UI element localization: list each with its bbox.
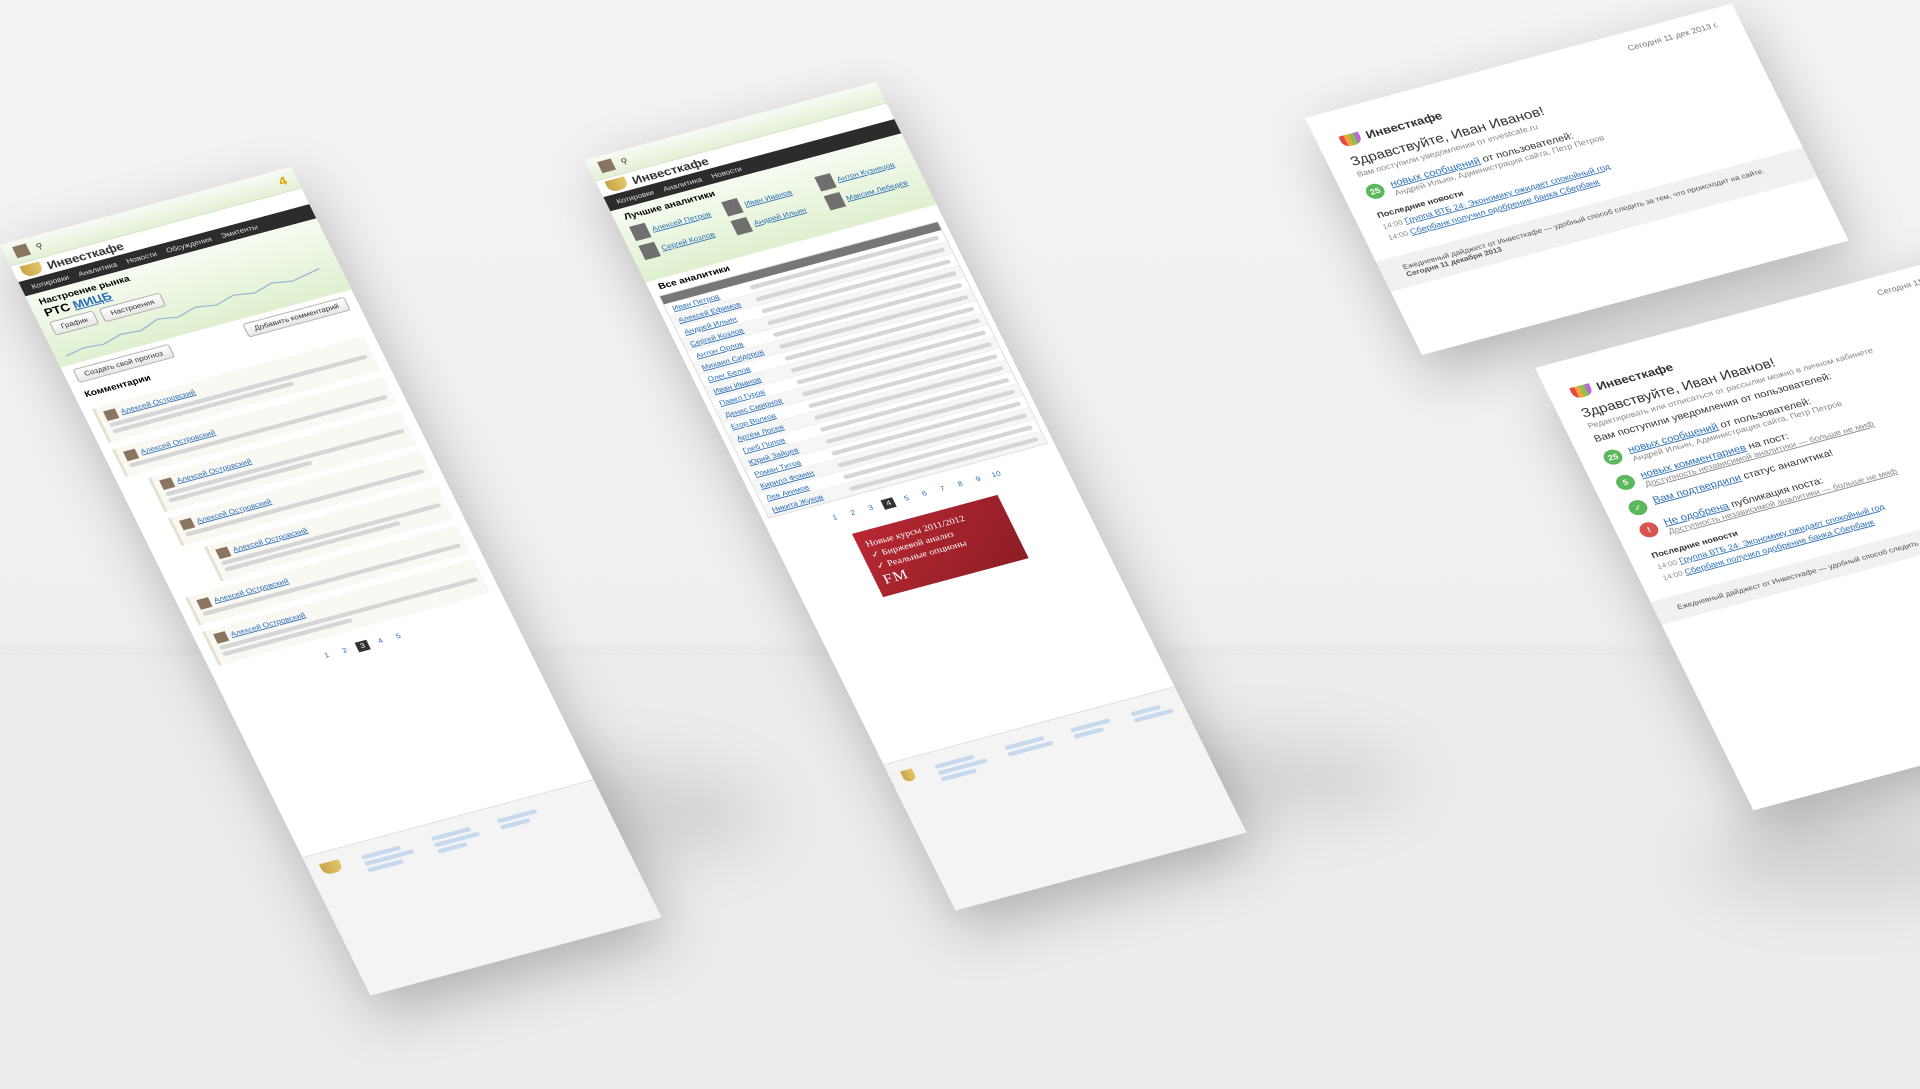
page-link[interactable]: 1	[827, 512, 843, 525]
news-time: 14:00	[1386, 229, 1410, 242]
page-link[interactable]: 8	[952, 478, 968, 491]
search-icon[interactable]: ⚲	[34, 241, 45, 251]
avatar	[213, 631, 230, 644]
count-badge: 5	[1613, 472, 1638, 492]
user-avatar[interactable]	[597, 158, 617, 174]
alert-icon: !	[1636, 520, 1662, 540]
avatar	[159, 477, 176, 491]
analyst-name[interactable]: Сергей Козлов	[660, 230, 716, 251]
page-link[interactable]: 2	[845, 507, 861, 520]
page-link[interactable]: 2	[337, 645, 353, 658]
analyst-photo	[721, 197, 745, 217]
analyst-name[interactable]: Андрей Ильин	[752, 206, 807, 227]
page-link[interactable]: 1	[319, 649, 335, 662]
analyst-photo	[638, 241, 661, 261]
analyst-photo	[629, 222, 652, 242]
search-icon[interactable]: ⚲	[619, 156, 630, 166]
news-time: 14:00	[1661, 569, 1685, 582]
avatar	[196, 597, 213, 610]
avatar	[179, 517, 196, 531]
cup-icon	[1338, 131, 1364, 148]
page-link-current[interactable]: 4	[880, 497, 898, 510]
page-link[interactable]: 9	[970, 473, 986, 486]
page-link[interactable]: 5	[899, 492, 915, 505]
page-link-current[interactable]: 3	[354, 639, 371, 653]
cup-icon	[1569, 382, 1594, 400]
avatar	[215, 546, 232, 560]
count-badge: 25	[1600, 447, 1626, 467]
page-link[interactable]: 3	[863, 502, 879, 515]
page-link[interactable]: 5	[390, 630, 406, 643]
page-link[interactable]: 6	[917, 488, 933, 501]
cup-icon	[318, 859, 344, 876]
user-avatar[interactable]	[12, 243, 32, 259]
avatar	[122, 448, 140, 462]
analyst-photo	[813, 173, 837, 192]
analyst-photo	[730, 216, 754, 236]
analyst-photo	[823, 192, 846, 211]
mockup-email-top: Сегодня 11 дек 2013 г. Инвесткафе Здравс…	[1305, 3, 1849, 355]
cup-icon	[900, 768, 918, 783]
page-link[interactable]: 10	[988, 468, 1004, 481]
page-link[interactable]: 4	[372, 635, 388, 648]
analyst-name[interactable]: Иван Иванов	[743, 188, 794, 208]
number-four-badge: 4	[275, 173, 290, 189]
count-badge: 25	[1363, 181, 1388, 201]
check-icon: ✓	[1625, 498, 1651, 518]
page-link[interactable]: 7	[934, 483, 950, 496]
avatar	[103, 408, 120, 421]
